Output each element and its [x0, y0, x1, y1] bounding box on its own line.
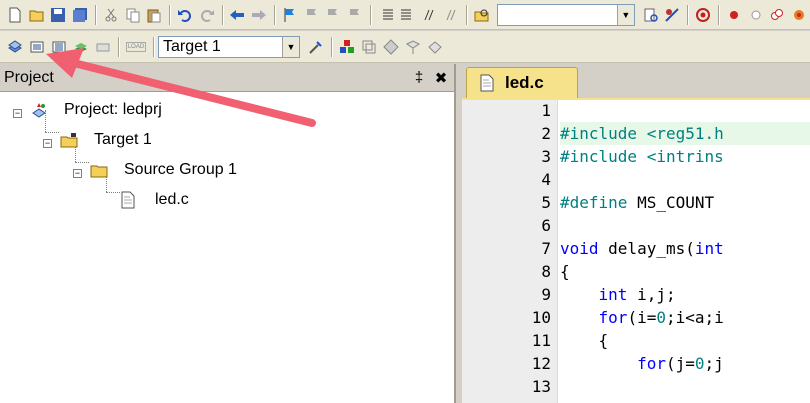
annotation-arrow-shaft	[66, 58, 316, 127]
annotation-arrow	[46, 48, 316, 127]
